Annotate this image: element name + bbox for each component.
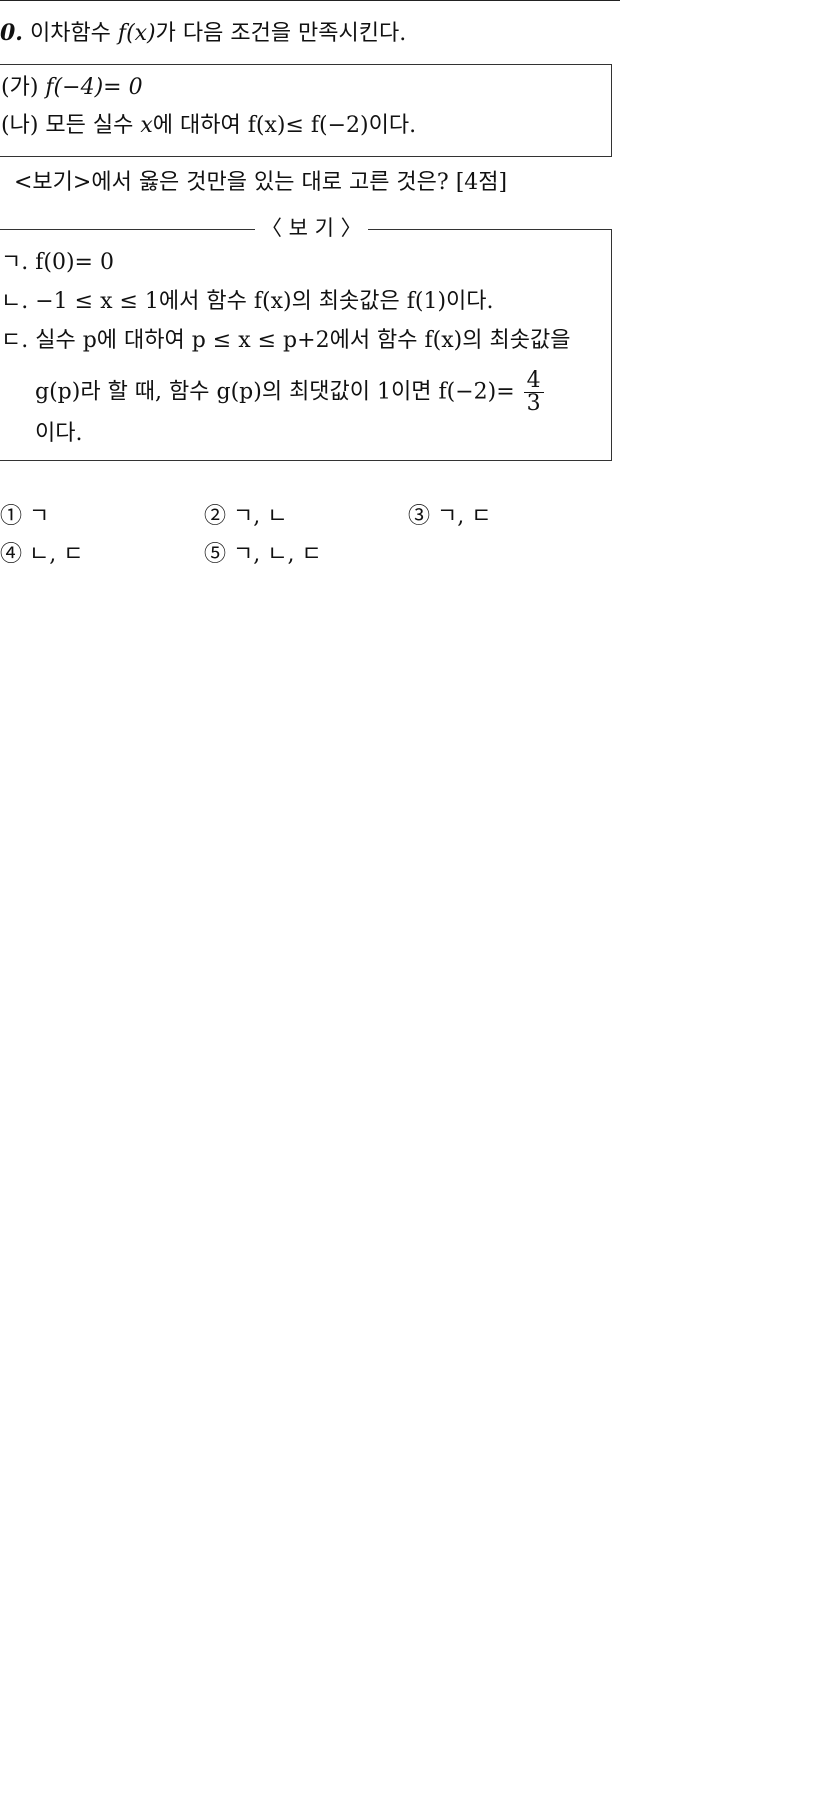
fraction-numerator: 4 xyxy=(523,370,544,393)
bogi-title: 〈 보 기 〉 xyxy=(255,214,368,242)
stem-text-a: 이차함수 xyxy=(22,21,118,46)
condition-na-math: x xyxy=(140,113,153,138)
question-number: 0. xyxy=(0,20,23,46)
bogi-box: 〈 보 기 〉 ㄱ. f(0)= 0 ㄴ. −1 ≤ x ≤ 1에서 함수 f(… xyxy=(0,214,612,461)
choice-3[interactable]: ③ ㄱ, ㄷ xyxy=(408,502,491,532)
stem-function: f(x) xyxy=(117,21,156,46)
choice-4[interactable]: ④ ㄴ, ㄷ xyxy=(0,540,83,570)
instruction: <보기>에서 옳은 것만을 있는 대로 고른 것은? [4점] xyxy=(14,170,508,195)
condition-ga: (가) f(−4)= 0 xyxy=(1,73,143,103)
bogi-item-a: ㄱ. f(0)= 0 xyxy=(1,250,114,275)
choice-1[interactable]: ① ㄱ xyxy=(0,502,49,532)
question-stem: 0. 이차함수 f(x)가 다음 조건을 만족시킨다. xyxy=(0,18,620,49)
stem-text-b: 가 다음 조건을 만족시킨다. xyxy=(155,21,407,46)
condition-na: (나) 모든 실수 x에 대하여 f(x)≤ f(−2)이다. xyxy=(1,111,416,141)
choice-2[interactable]: ② ㄱ, ㄴ xyxy=(204,502,287,532)
condition-ga-math: f(−4)= 0 xyxy=(45,75,143,100)
bogi-item-c-line2: g(p)라 할 때, 함수 g(p)의 최댓값이 1이면 f(−2)= 43 xyxy=(35,370,544,415)
condition-na-label: (나) 모든 실수 xyxy=(1,113,141,138)
conditions-box: (가) f(−4)= 0 (나) 모든 실수 x에 대하여 f(x)≤ f(−2… xyxy=(0,64,612,157)
fraction-denominator: 3 xyxy=(526,391,541,416)
condition-na-tail: 에 대하여 f(x)≤ f(−2)이다. xyxy=(152,113,417,138)
bogi-item-b: ㄴ. −1 ≤ x ≤ 1에서 함수 f(x)의 최솟값은 f(1)이다. xyxy=(1,289,494,314)
bogi-item-c-line3: 이다. xyxy=(35,421,83,446)
fraction: 43 xyxy=(523,370,544,416)
choice-5[interactable]: ⑤ ㄱ, ㄴ, ㄷ xyxy=(204,540,322,570)
condition-ga-label: (가) xyxy=(1,75,46,100)
top-rule xyxy=(0,0,620,1)
bogi-item-c-line1: ㄷ. 실수 p에 대하여 p ≤ x ≤ p+2에서 함수 f(x)의 최솟값을 xyxy=(1,328,571,353)
bogi-item-c-line2-text: g(p)라 할 때, 함수 g(p)의 최댓값이 1이면 f(−2)= xyxy=(35,379,522,405)
